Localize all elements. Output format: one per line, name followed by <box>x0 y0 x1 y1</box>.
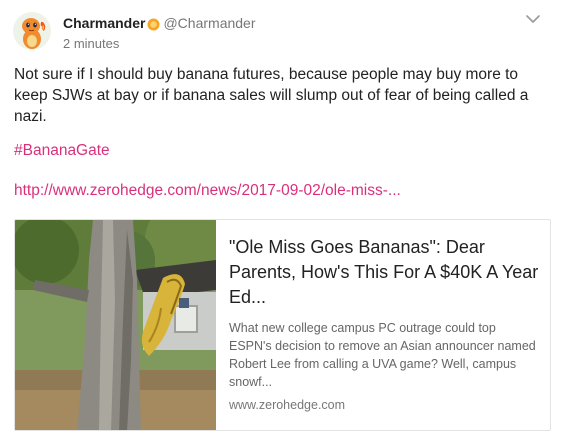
link-preview-title[interactable]: "Ole Miss Goes Bananas": Dear Parents, H… <box>229 235 541 310</box>
charmander-avatar-icon[interactable] <box>13 12 51 50</box>
chevron-down-icon[interactable] <box>525 12 541 24</box>
author-handle[interactable]: @Charmander <box>163 15 255 31</box>
hashtag-link[interactable]: #BananaGate <box>14 142 110 160</box>
author-row: Charmander @Charmander <box>63 15 256 31</box>
verified-badge-icon <box>147 18 160 31</box>
link-preview-description: What new college campus PC outrage could… <box>229 321 536 389</box>
link-preview-image[interactable] <box>15 220 216 430</box>
post-timestamp[interactable]: 2 minutes <box>63 36 119 51</box>
post-link[interactable]: http://www.zerohedge.com/news/2017-09-02… <box>14 182 401 200</box>
link-preview-domain: www.zerohedge.com <box>229 398 346 412</box>
link-preview-card[interactable]: "Ole Miss Goes Bananas": Dear Parents, H… <box>14 219 551 431</box>
status-post: Charmander @Charmander 2 minutes Not sur… <box>0 0 561 436</box>
post-text: Not sure if I should buy banana futures,… <box>14 66 529 125</box>
author-display-name[interactable]: Charmander <box>63 15 145 31</box>
